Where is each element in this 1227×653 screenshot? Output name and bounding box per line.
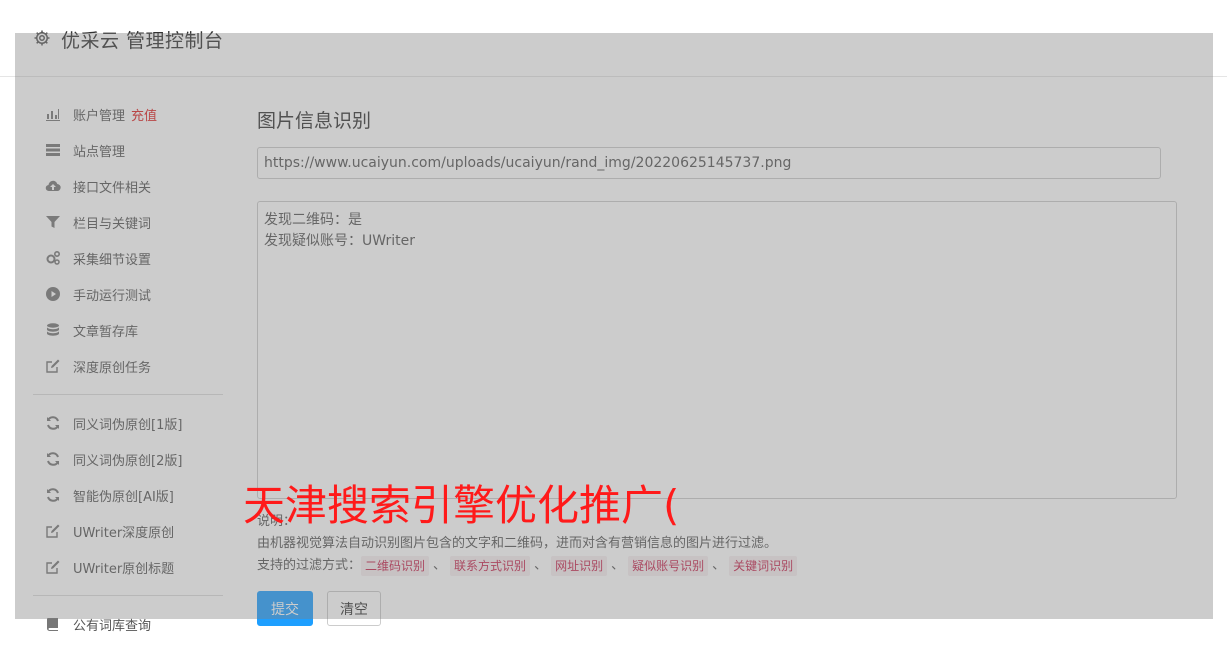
gears-icon: [43, 248, 63, 268]
separator: 、: [712, 558, 726, 573]
sidebar-item-label: 手动运行测试: [73, 288, 152, 304]
page: 优采云 管理控制台 账户管理 充值 站点管理 接口文件相关 栏目与关键词 采集细…: [0, 0, 1227, 653]
server-icon: [43, 140, 63, 160]
recharge-link[interactable]: 充值: [131, 105, 157, 124]
sidebar-item-label: 公有词库查询: [73, 618, 152, 634]
edit-icon: [43, 356, 63, 376]
filter-tag: 网址识别: [551, 556, 608, 576]
filter-tag: 二维码识别: [361, 556, 430, 576]
sidebar-item-label: 采集细节设置: [73, 252, 152, 268]
sidebar-item-label: 接口文件相关: [73, 180, 152, 196]
top-bar: 优采云 管理控制台: [0, 6, 1227, 77]
sidebar-item-synonym-v1[interactable]: 同义词伪原创[1版]: [33, 405, 223, 441]
sidebar-item-label: 同义词伪原创[2版]: [73, 453, 183, 469]
bar-chart-icon: [43, 104, 63, 124]
submit-button[interactable]: 提交: [257, 591, 313, 626]
sidebar-item-label: 站点管理: [73, 144, 126, 160]
sidebar-item-label: UWriter深度原创: [73, 525, 175, 541]
result-textarea[interactable]: 发现二维码：是 发现疑似账号：UWriter: [257, 201, 1177, 499]
sidebar-item-keywords[interactable]: 栏目与关键词: [33, 204, 223, 240]
filter-tag: 联系方式识别: [450, 556, 531, 576]
sidebar: 账户管理 充值 站点管理 接口文件相关 栏目与关键词 采集细节设置 手动运行测试…: [33, 96, 223, 642]
sidebar-item-label: 文章暂存库: [73, 324, 139, 340]
separator: 、: [433, 558, 447, 573]
sidebar-item-manual-test[interactable]: 手动运行测试: [33, 276, 223, 312]
refresh-icon: [43, 413, 63, 433]
brand: 优采云 管理控制台: [33, 26, 224, 53]
database-icon: [43, 320, 63, 340]
sidebar-item-ai-pseudo[interactable]: 智能伪原创[AI版]: [33, 477, 223, 513]
filter-tag: 关键词识别: [729, 556, 798, 576]
gear-icon: [33, 29, 51, 51]
image-url-value: https://www.ucaiyun.com/uploads/ucaiyun/…: [264, 155, 792, 171]
edit-icon: [43, 521, 63, 541]
sidebar-item-synonym-v2[interactable]: 同义词伪原创[2版]: [33, 441, 223, 477]
sidebar-item-label: 深度原创任务: [73, 360, 152, 376]
filter-icon: [43, 212, 63, 232]
clear-button[interactable]: 清空: [327, 591, 381, 626]
separator: 、: [534, 558, 548, 573]
sidebar-item-label: UWriter原创标题: [73, 561, 175, 577]
sidebar-item-public-dictionary[interactable]: 公有词库查询: [33, 606, 223, 642]
sidebar-divider: [33, 595, 223, 596]
notes-description: 由机器视觉算法自动识别图片包含的文字和二维码，进而对含有营销信息的图片进行过滤。: [257, 536, 778, 551]
sidebar-item-article-store[interactable]: 文章暂存库: [33, 312, 223, 348]
sidebar-item-interface[interactable]: 接口文件相关: [33, 168, 223, 204]
sidebar-item-label: 智能伪原创[AI版]: [73, 489, 174, 505]
sidebar-item-label: 同义词伪原创[1版]: [73, 417, 183, 433]
separator: 、: [611, 558, 625, 573]
image-url-input[interactable]: https://www.ucaiyun.com/uploads/ucaiyun/…: [257, 147, 1161, 179]
edit-icon: [43, 557, 63, 577]
sidebar-item-account[interactable]: 账户管理 充值: [33, 96, 223, 132]
play-circle-icon: [43, 284, 63, 304]
form-buttons: 提交 清空: [257, 591, 1177, 626]
sidebar-item-deep-original[interactable]: 深度原创任务: [33, 348, 223, 384]
filters-label: 支持的过滤方式：: [257, 558, 362, 573]
sidebar-item-sites[interactable]: 站点管理: [33, 132, 223, 168]
filter-methods: 支持的过滤方式： 二维码识别 、 联系方式识别 、 网址识别 、 疑似账号识别 …: [257, 555, 1177, 577]
sidebar-item-label: 栏目与关键词: [73, 216, 152, 232]
sidebar-item-uwriter-title[interactable]: UWriter原创标题: [33, 549, 223, 585]
sidebar-item-label: 账户管理: [73, 108, 126, 124]
cloud-upload-icon: [43, 176, 63, 196]
filter-tag: 疑似账号识别: [628, 556, 709, 576]
sidebar-item-uwriter-original[interactable]: UWriter深度原创: [33, 513, 223, 549]
refresh-icon: [43, 485, 63, 505]
sidebar-divider: [33, 394, 223, 395]
book-icon: [43, 614, 63, 634]
main-content: 图片信息识别 https://www.ucaiyun.com/uploads/u…: [257, 100, 1177, 626]
app-title: 优采云 管理控制台: [61, 30, 224, 52]
page-title: 图片信息识别: [257, 110, 372, 132]
result-line: 发现疑似账号：UWriter: [264, 233, 415, 249]
watermark-text: 天津搜索引擎优化推广(: [243, 481, 680, 530]
refresh-icon: [43, 449, 63, 469]
sidebar-item-collect-settings[interactable]: 采集细节设置: [33, 240, 223, 276]
result-line: 发现二维码：是: [264, 212, 362, 228]
